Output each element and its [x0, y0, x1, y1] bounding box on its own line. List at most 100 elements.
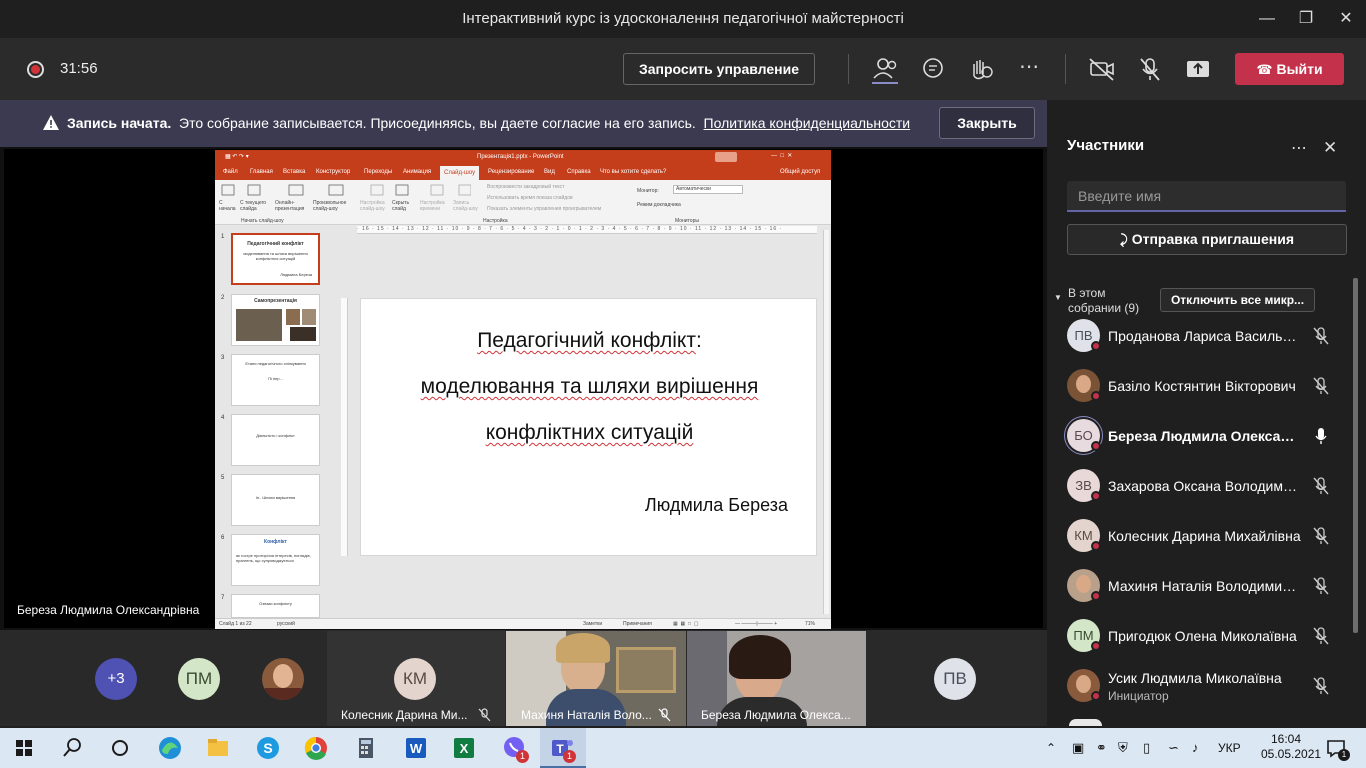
- participant-row[interactable]: КМ Колесник Дарина Михайлівна: [1047, 512, 1352, 562]
- close-panel-icon[interactable]: ✕: [1323, 138, 1337, 158]
- tray-chevron-icon[interactable]: ⌃: [1046, 728, 1056, 768]
- notes-button[interactable]: Заметки: [583, 621, 602, 627]
- tab-home[interactable]: Главная: [250, 169, 273, 175]
- participant-row[interactable]: Усик Людмила Миколаївна Инициатор: [1047, 662, 1352, 712]
- camera-off-icon[interactable]: [1086, 54, 1118, 84]
- participant-video-1[interactable]: Махиня Наталія Воло...: [506, 631, 686, 726]
- tell-me-search[interactable]: Что вы хотите сделать?: [600, 169, 666, 175]
- avatar-photo[interactable]: [262, 658, 304, 700]
- signin-button[interactable]: [715, 152, 737, 162]
- participants-icon[interactable]: [869, 54, 901, 84]
- mic-off-icon[interactable]: [1134, 54, 1166, 84]
- avatar-pv[interactable]: ПВ: [934, 658, 976, 700]
- slide-thumb-6[interactable]: Конфлікт як гостре протиріччя інтересів,…: [231, 534, 320, 586]
- system-clock[interactable]: 16:04 05.05.2021: [1261, 732, 1321, 762]
- chrome-icon[interactable]: [302, 734, 330, 762]
- minimize-button[interactable]: —: [1247, 4, 1287, 34]
- from-current-button[interactable]: С текущего слайда: [240, 200, 268, 212]
- search-icon[interactable]: [58, 734, 86, 762]
- mic-on-icon[interactable]: [1313, 427, 1329, 445]
- present-online-button[interactable]: Онлайн-презентация: [275, 200, 311, 212]
- microphone-tray-icon[interactable]: ⚭: [1096, 728, 1107, 768]
- record-show-button[interactable]: Запись слайд-шоу: [453, 200, 483, 212]
- maximize-button[interactable]: ❐: [1286, 4, 1326, 34]
- tab-animations[interactable]: Анимация: [403, 169, 431, 175]
- request-control-button[interactable]: Запросить управление: [623, 53, 815, 85]
- close-window-button[interactable]: ✕: [1326, 4, 1366, 34]
- participant-row[interactable]: ЗВ Захарова Оксана Володими...: [1047, 462, 1352, 512]
- mic-off-icon[interactable]: [1313, 477, 1329, 495]
- calculator-icon[interactable]: [352, 734, 380, 762]
- hide-slide-button[interactable]: Скрыть слайд: [392, 200, 414, 212]
- slide-thumb-4[interactable]: Діяльність і конфлікт: [231, 414, 320, 466]
- tab-review[interactable]: Рецензирование: [488, 169, 534, 175]
- task-view-icon[interactable]: [106, 734, 134, 762]
- mic-off-icon[interactable]: [1313, 377, 1329, 395]
- from-beginning-button[interactable]: С начала: [219, 200, 239, 212]
- meeting-tray-icon[interactable]: ▣: [1072, 728, 1084, 768]
- chat-icon[interactable]: [917, 54, 949, 84]
- participant-video-2[interactable]: Береза Людмила Олекса...: [687, 631, 866, 726]
- edge-icon[interactable]: [156, 734, 184, 762]
- view-buttons[interactable]: ▦ ▦ □ ▢: [673, 621, 699, 627]
- participant-row[interactable]: БО Береза Людмила Олександ...: [1047, 412, 1352, 462]
- slide-thumb-5[interactable]: Ін.. Шляхи вирішення: [231, 474, 320, 526]
- mic-off-icon[interactable]: [1313, 577, 1329, 595]
- excel-icon[interactable]: X: [450, 734, 478, 762]
- security-tray-icon[interactable]: ⛨: [1118, 728, 1128, 768]
- zoom-slider[interactable]: — ———|——— +: [735, 621, 777, 627]
- mic-off-icon[interactable]: [1313, 327, 1329, 345]
- tab-file[interactable]: Файл: [223, 169, 238, 175]
- battery-icon[interactable]: ▯: [1143, 728, 1150, 768]
- more-participants-badge[interactable]: +3: [95, 658, 137, 700]
- avatar-pm[interactable]: ПМ: [178, 658, 220, 700]
- mic-off-icon[interactable]: [1313, 527, 1329, 545]
- slide-thumb-1[interactable]: Педагогічний конфлікт моделювання та шля…: [231, 233, 320, 285]
- share-link[interactable]: Общий доступ: [780, 169, 820, 175]
- share-screen-icon[interactable]: [1182, 54, 1214, 84]
- language-indicator[interactable]: русский: [277, 621, 295, 627]
- file-explorer-icon[interactable]: [204, 734, 232, 762]
- zoom-level[interactable]: 71%: [805, 621, 815, 627]
- current-slide[interactable]: Педагогічний конфлікт: моделювання та шл…: [360, 298, 817, 556]
- slide-thumb-2[interactable]: Самопрезентація: [231, 294, 320, 346]
- participant-row[interactable]: ПВ Проданова Лариса Васильевна: [1047, 312, 1352, 362]
- mute-all-button[interactable]: Отключить все микр...: [1160, 288, 1315, 312]
- comments-button[interactable]: Примечания: [623, 621, 652, 627]
- tab-design[interactable]: Конструктор: [316, 169, 350, 175]
- presenter-view-checkbox[interactable]: Режим докладчика: [637, 202, 681, 208]
- participant-row[interactable]: ПМ Пригодюк Олена Миколаївна: [1047, 612, 1352, 662]
- tab-transitions[interactable]: Переходы: [364, 169, 392, 175]
- mic-off-icon[interactable]: [1313, 677, 1329, 695]
- participant-row[interactable]: Базіло Костянтин Вікторович: [1047, 362, 1352, 412]
- custom-show-button[interactable]: Произвольное слайд-шоу: [313, 200, 353, 212]
- tab-insert[interactable]: Вставка: [283, 169, 305, 175]
- tab-slideshow[interactable]: Слайд-шоу: [440, 166, 480, 180]
- participant-search-input[interactable]: [1067, 181, 1346, 212]
- use-timings-checkbox[interactable]: Использовать время показа слайдов: [487, 195, 573, 201]
- privacy-link[interactable]: Политика конфиденциальности: [704, 115, 911, 131]
- wifi-icon[interactable]: ∽: [1168, 728, 1179, 768]
- monitor-select[interactable]: Автоматически: [673, 185, 743, 194]
- slide-thumb-3[interactable]: Етапи педагогічного спілкування Пі пер..…: [231, 354, 320, 406]
- participant-tile-km[interactable]: КМ Колесник Дарина Ми...: [327, 631, 505, 726]
- send-invite-button[interactable]: ⤸ Отправка приглашения: [1067, 224, 1347, 255]
- more-options-icon[interactable]: ⋯: [1291, 138, 1307, 158]
- mic-off-icon[interactable]: [1313, 627, 1329, 645]
- participant-row[interactable]: Махиня Наталія Володимирі...: [1047, 562, 1352, 612]
- play-narrations-checkbox[interactable]: Воспроизвести закадровый текст: [487, 184, 564, 190]
- language-indicator[interactable]: УКР: [1218, 728, 1241, 768]
- skype-icon[interactable]: S: [254, 734, 282, 762]
- panel-scrollbar[interactable]: [1353, 278, 1358, 633]
- editor-scrollbar[interactable]: [823, 230, 829, 614]
- close-banner-button[interactable]: Закрыть: [939, 107, 1035, 139]
- raise-hand-icon[interactable]: [965, 54, 997, 84]
- tab-view[interactable]: Вид: [544, 169, 555, 175]
- more-options-icon[interactable]: ⋯: [1013, 54, 1045, 84]
- tab-help[interactable]: Справка: [567, 169, 591, 175]
- rehearse-timings-button[interactable]: Настройка времени: [420, 200, 450, 212]
- leave-button[interactable]: ☎ Выйти: [1235, 53, 1344, 85]
- setup-show-button[interactable]: Настройка слайд-шоу: [360, 200, 390, 212]
- word-icon[interactable]: W: [402, 734, 430, 762]
- show-media-controls-checkbox[interactable]: Показать элементы управления проигрывате…: [487, 206, 601, 212]
